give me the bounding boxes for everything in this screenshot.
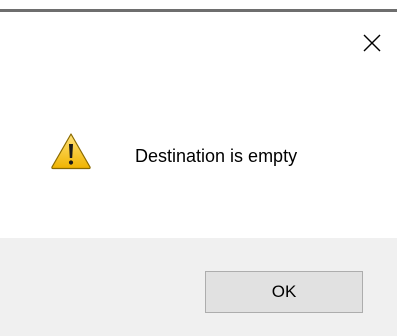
dialog-footer: OK bbox=[0, 238, 397, 336]
dialog-content: Destination is empty bbox=[0, 126, 397, 196]
dialog-message: Destination is empty bbox=[135, 146, 298, 166]
close-icon bbox=[363, 34, 381, 52]
dialog-top-border bbox=[0, 9, 397, 12]
close-button[interactable] bbox=[359, 30, 385, 56]
message-dialog: Destination is empty OK bbox=[0, 0, 397, 336]
warning-icon bbox=[51, 133, 91, 170]
ok-button[interactable]: OK bbox=[205, 271, 363, 313]
